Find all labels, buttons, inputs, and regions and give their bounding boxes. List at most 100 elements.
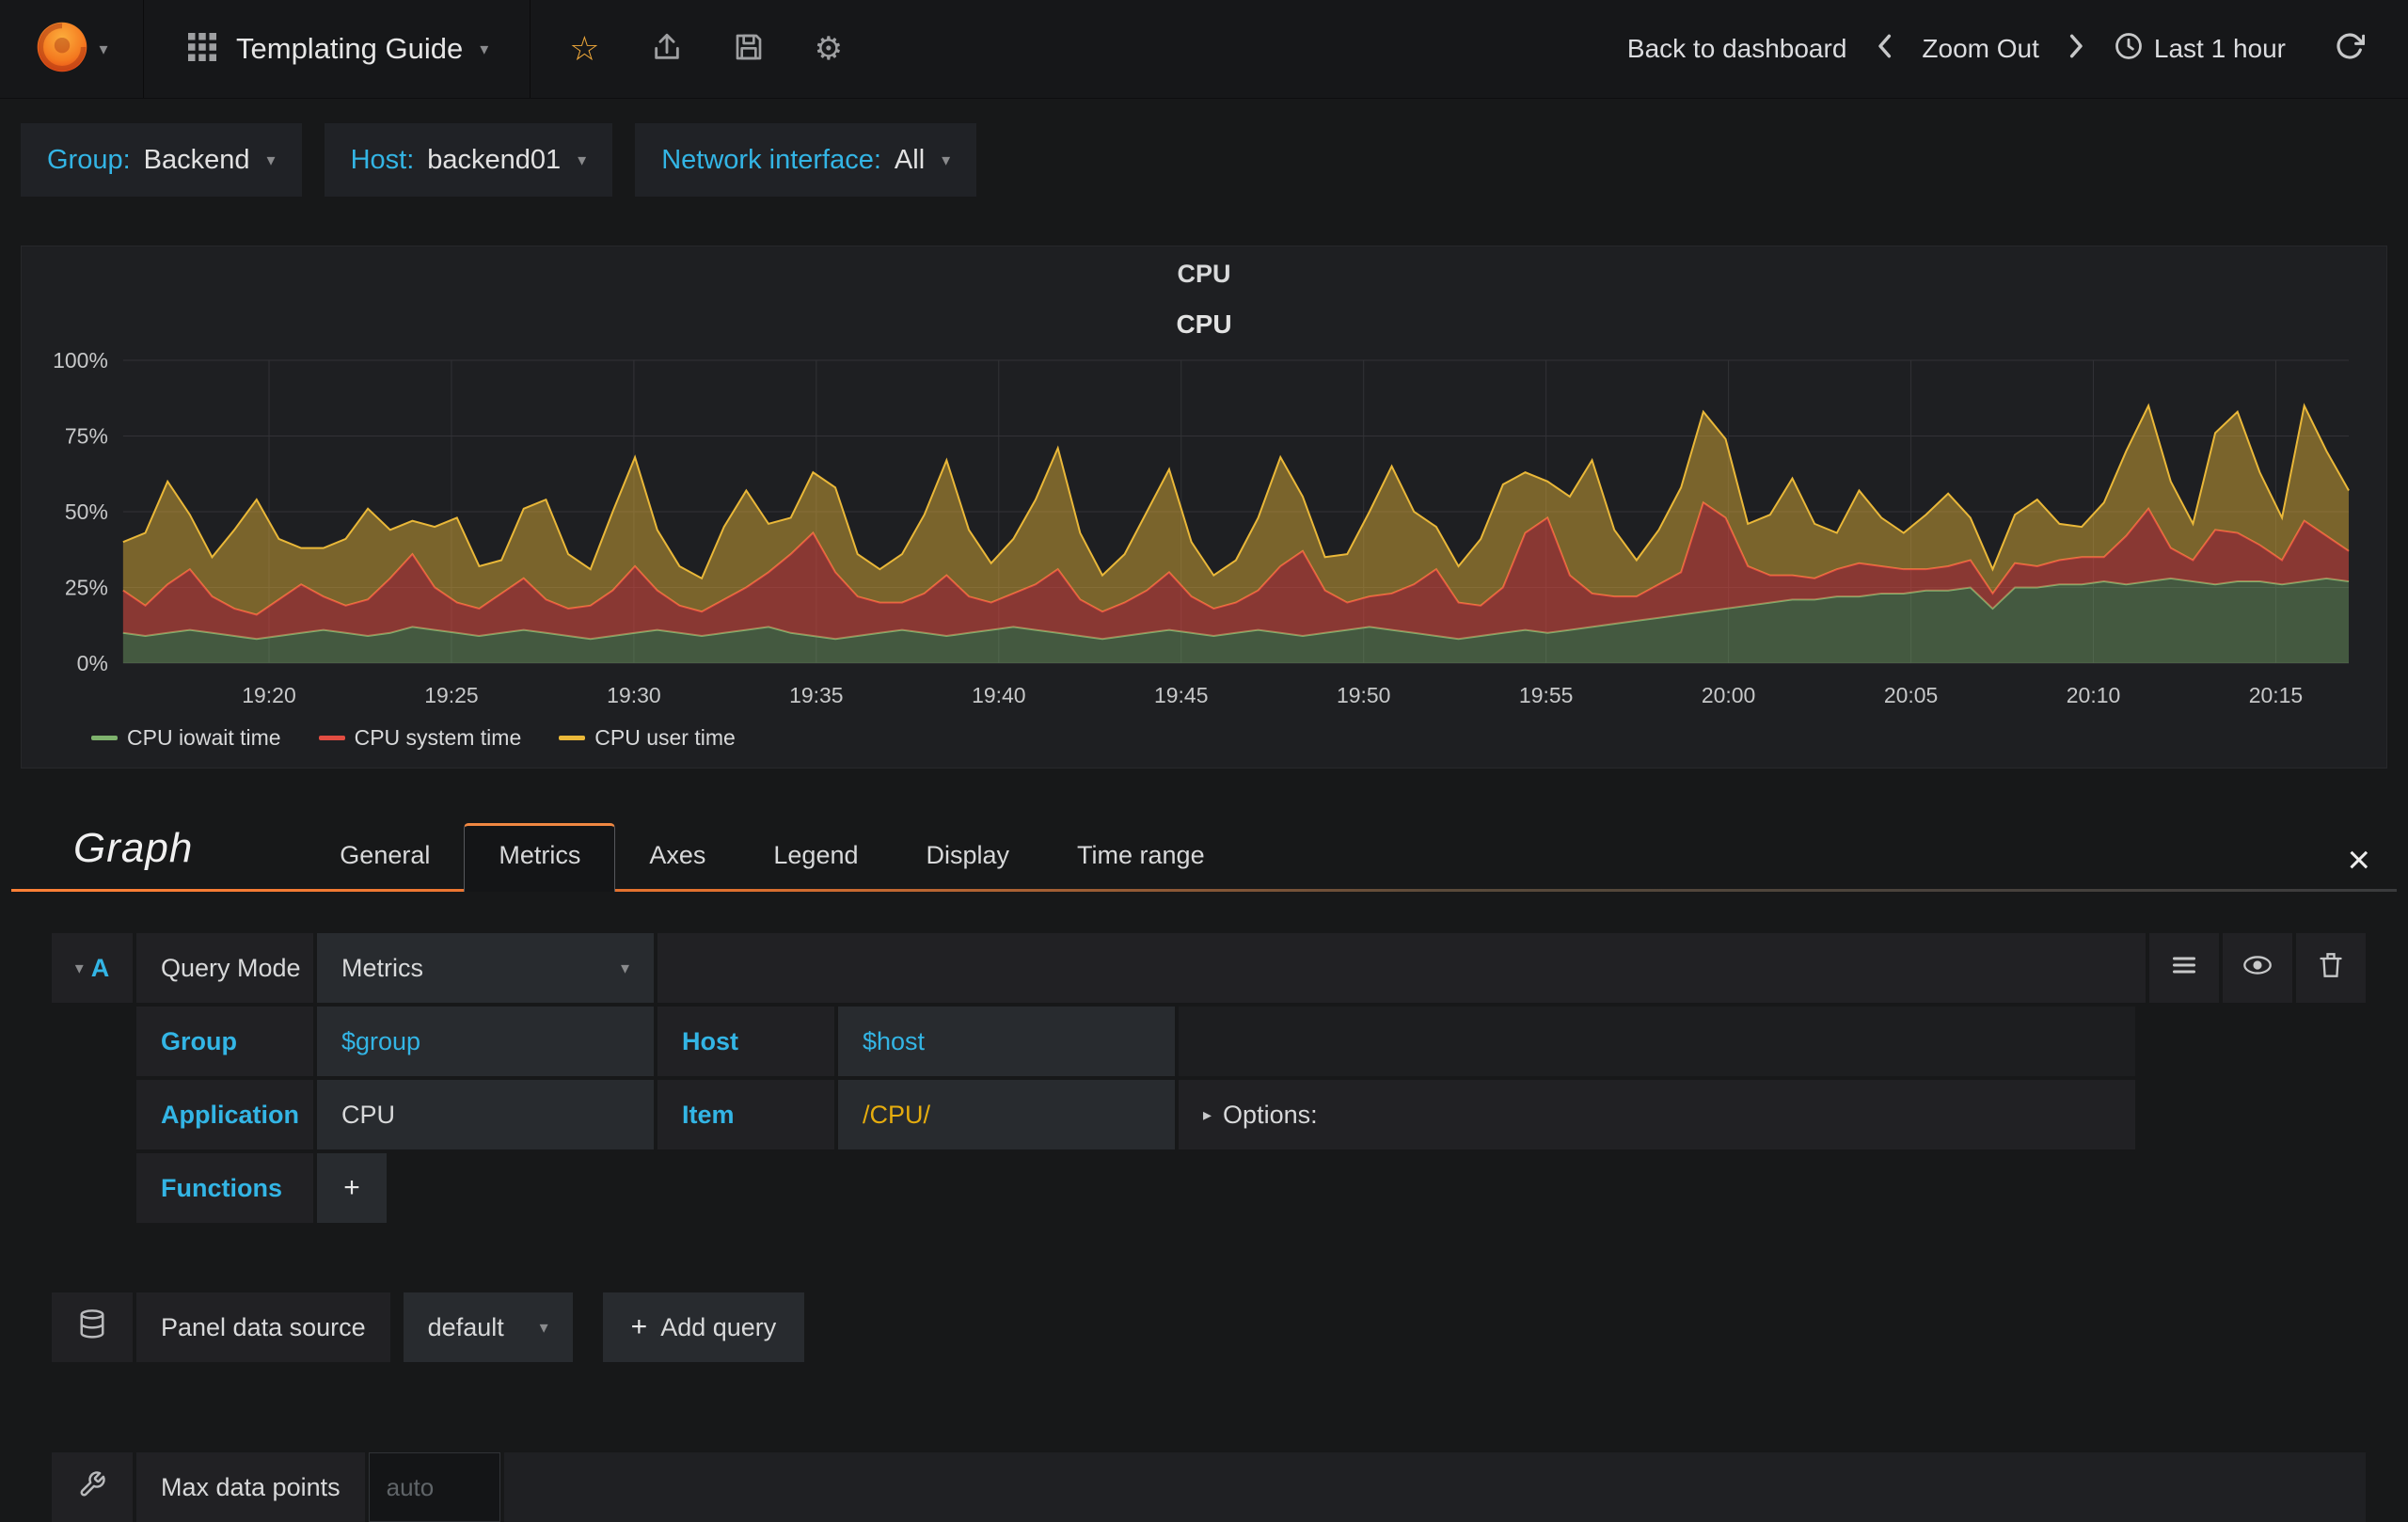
svg-text:19:45: 19:45 (1154, 683, 1208, 707)
variable-dropdown-network-interface[interactable]: Network interface: All ▾ (635, 123, 977, 197)
template-variables-row: Group: Backend ▾ Host: backend01 ▾ Netwo… (0, 99, 2408, 221)
legend-label: CPU iowait time (127, 725, 281, 750)
legend-label: CPU user time (594, 725, 736, 750)
graph-title: CPU (1176, 309, 1232, 339)
group-field-label: Group (136, 1007, 313, 1076)
variable-dropdown-host[interactable]: Host: backend01 ▾ (324, 123, 613, 197)
item-field-value: /CPU/ (863, 1100, 931, 1129)
tab-legend[interactable]: Legend (739, 826, 892, 889)
plus-icon: + (343, 1172, 360, 1203)
max-data-points-row: Max data points (52, 1452, 2366, 1522)
close-editor-button[interactable]: × (2321, 840, 2397, 889)
dashboard-title-button[interactable]: Templating Guide ▾ (144, 0, 531, 98)
clock-icon (2115, 32, 2143, 67)
refresh-icon (2335, 31, 2366, 68)
datasource-row: Panel data source default ▾ + Add query (52, 1292, 2366, 1362)
variable-label: Group: (47, 144, 131, 175)
item-field-label: Item (657, 1080, 834, 1149)
query-menu-button[interactable] (2149, 933, 2219, 1003)
max-data-points-row-filler (503, 1452, 2366, 1522)
time-shift-right-button[interactable] (2056, 33, 2098, 66)
save-icon (734, 32, 764, 67)
query-delete-button[interactable] (2296, 933, 2366, 1003)
plus-icon: + (630, 1311, 648, 1342)
share-icon (651, 31, 683, 68)
svg-text:20:05: 20:05 (1884, 683, 1938, 707)
application-field-input[interactable]: CPU (317, 1080, 654, 1149)
caret-down-icon: ▾ (620, 959, 629, 977)
advanced-options-icon-cell (52, 1452, 133, 1522)
legend-label: CPU system time (354, 725, 522, 750)
legend-item[interactable]: CPU system time (318, 725, 522, 751)
svg-text:20:00: 20:00 (1702, 683, 1755, 707)
variable-value: All (894, 144, 926, 175)
item-field-input[interactable]: /CPU/ (838, 1080, 1175, 1149)
editor-tabs: General Metrics Axes Legend Display Time… (306, 823, 1239, 892)
panel-title[interactable]: CPU (22, 246, 2386, 293)
cpu-chart: 0% 25% 50% 75% 100% 19:20 19:25 19:30 19:35 19:40… (53, 348, 2350, 707)
caret-down-icon: ▾ (99, 40, 108, 58)
caret-down-icon: ▾ (480, 40, 489, 58)
svg-text:19:50: 19:50 (1337, 683, 1390, 707)
query-toggle-visibility-button[interactable] (2223, 933, 2292, 1003)
host-field-input[interactable]: $host (838, 1007, 1175, 1076)
time-range-label: Last 1 hour (2153, 34, 2286, 63)
svg-text:20:15: 20:15 (2249, 683, 2303, 707)
caret-right-icon: ▸ (1203, 1104, 1212, 1124)
tab-metrics[interactable]: Metrics (464, 823, 616, 892)
caret-down-icon: ▾ (266, 151, 276, 169)
query-collapse-toggle[interactable]: ▾ A (52, 933, 133, 1003)
add-query-label: Add query (660, 1312, 777, 1341)
grafana-logo-button[interactable]: ▾ (0, 0, 144, 98)
caret-down-icon: ▾ (578, 151, 587, 169)
variable-dropdown-group[interactable]: Group: Backend ▾ (21, 123, 302, 197)
chevron-left-icon (1877, 33, 1892, 66)
time-range-picker-button[interactable]: Last 1 hour (2098, 32, 2303, 67)
add-function-button[interactable]: + (317, 1153, 387, 1223)
zoom-out-button[interactable]: Zoom Out (1905, 34, 2055, 64)
database-icon (78, 1308, 106, 1347)
caret-down-icon: ▾ (942, 151, 951, 169)
functions-label: Functions (136, 1153, 313, 1223)
datasource-value: default (427, 1312, 504, 1341)
variable-value: Backend (143, 144, 250, 175)
refresh-button[interactable] (2303, 31, 2374, 68)
group-field-input[interactable]: $group (317, 1007, 654, 1076)
gear-icon: ⚙ (814, 31, 844, 67)
add-query-button[interactable]: + Add query (602, 1292, 805, 1362)
svg-text:50%: 50% (65, 499, 108, 524)
tab-time-range[interactable]: Time range (1043, 826, 1239, 889)
legend-item[interactable]: CPU iowait time (91, 725, 281, 751)
query-mode-label: Query Mode (136, 933, 313, 1003)
host-field-label: Host (657, 1007, 834, 1076)
options-toggle[interactable]: ▸ Options: (1179, 1080, 2135, 1149)
back-to-dashboard-button[interactable]: Back to dashboard (1610, 34, 1864, 64)
wrench-icon (78, 1470, 106, 1505)
legend-item[interactable]: CPU user time (559, 725, 736, 751)
tab-general[interactable]: General (306, 826, 464, 889)
query-mode-value: Metrics (341, 953, 423, 982)
eye-icon (2242, 954, 2273, 983)
tab-axes[interactable]: Axes (615, 826, 739, 889)
max-data-points-input[interactable] (368, 1452, 500, 1522)
datasource-select[interactable]: default ▾ (403, 1292, 573, 1362)
svg-text:75%: 75% (65, 423, 108, 448)
variable-value: backend01 (427, 144, 562, 175)
caret-down-icon: ▾ (74, 959, 84, 977)
chart-area[interactable]: 0% 25% 50% 75% 100% 19:20 19:25 19:30 19:35 19:40… (22, 345, 2386, 721)
query-row-functions: Functions + (136, 1153, 2366, 1223)
save-dashboard-button[interactable] (708, 32, 789, 67)
query-ref-letter: A (90, 953, 110, 982)
svg-text:19:20: 19:20 (242, 683, 295, 707)
time-shift-left-button[interactable] (1863, 33, 1905, 66)
query-mode-select[interactable]: Metrics ▾ (317, 933, 654, 1003)
svg-text:100%: 100% (53, 348, 108, 373)
star-dashboard-button[interactable]: ☆ (544, 29, 625, 69)
dashboard-grid-icon (185, 30, 219, 69)
svg-text:20:10: 20:10 (2067, 683, 2120, 707)
share-dashboard-button[interactable] (626, 31, 708, 68)
tab-display[interactable]: Display (893, 826, 1044, 889)
svg-text:19:40: 19:40 (972, 683, 1025, 707)
settings-button[interactable]: ⚙ (789, 30, 868, 68)
panel-type-label: Graph (73, 825, 194, 871)
